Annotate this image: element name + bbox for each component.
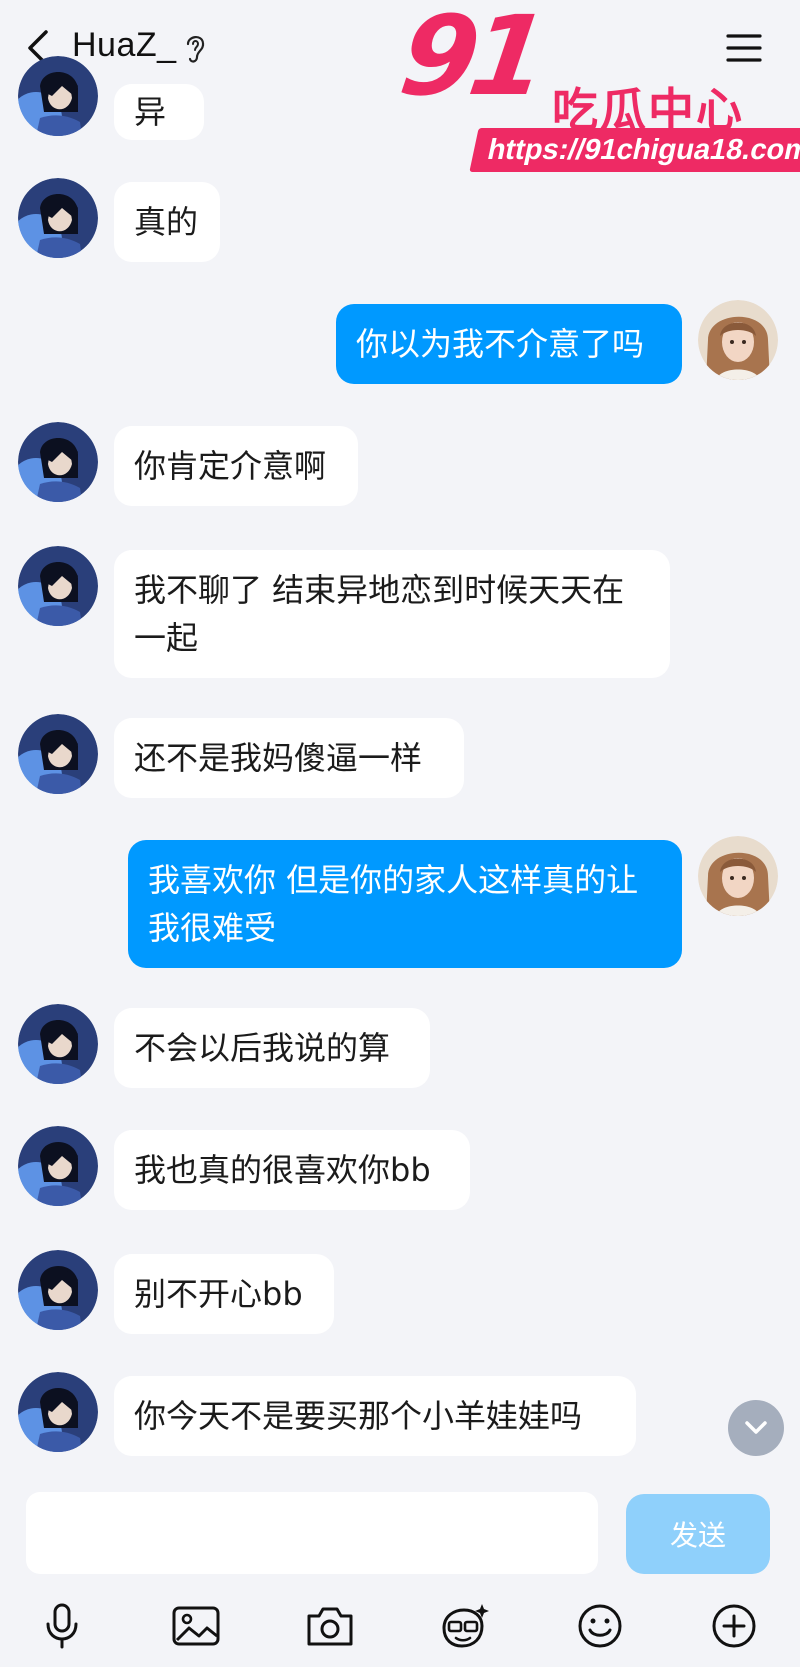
my-avatar[interactable] — [698, 300, 778, 380]
contact-avatar[interactable] — [18, 1126, 98, 1206]
contact-avatar[interactable] — [18, 178, 98, 258]
message-bubble[interactable]: 我喜欢你 但是你的家人这样真的让我很难受 — [128, 840, 682, 968]
chevron-down-icon[interactable] — [741, 1413, 771, 1443]
message-bubble[interactable]: 还不是我妈傻逼一样 — [114, 718, 464, 798]
watermark-logo: 91 吃瓜中心 https://91chigua18.com — [393, 0, 800, 172]
message-list[interactable]: 异 真的 你以为我不介意了吗 你肯定介意啊 我不聊了 结束异地恋到时候天天在一起… — [0, 0, 800, 1478]
scroll-to-bottom-button[interactable] — [728, 1400, 784, 1456]
message-bubble[interactable]: 你肯定介意啊 — [114, 426, 358, 506]
image-button[interactable] — [166, 1596, 226, 1656]
contact-avatar[interactable] — [18, 422, 98, 502]
sticker-button[interactable] — [434, 1596, 494, 1656]
message-bubble[interactable]: 你以为我不介意了吗 — [336, 304, 682, 384]
message-bubble[interactable]: 异 — [114, 84, 204, 140]
contact-avatar[interactable] — [18, 714, 98, 794]
microphone-icon[interactable] — [42, 1602, 82, 1650]
send-button[interactable]: 发送 — [626, 1494, 770, 1574]
contact-avatar[interactable] — [18, 56, 98, 136]
camera-icon[interactable] — [305, 1604, 355, 1648]
message-bubble[interactable]: 不会以后我说的算 — [114, 1008, 430, 1088]
message-input[interactable] — [26, 1492, 598, 1574]
sticker-icon[interactable] — [438, 1602, 490, 1650]
contact-avatar[interactable] — [18, 1372, 98, 1452]
more-button[interactable] — [704, 1596, 764, 1656]
message-bubble[interactable]: 真的 — [114, 182, 220, 262]
my-avatar[interactable] — [698, 836, 778, 916]
watermark-number: 91 — [393, 0, 549, 120]
image-icon[interactable] — [171, 1604, 221, 1648]
message-bubble[interactable]: 我不聊了 结束异地恋到时候天天在一起 — [114, 550, 670, 678]
message-bubble[interactable]: 别不开心bb — [114, 1254, 334, 1334]
plus-icon[interactable] — [710, 1602, 758, 1650]
message-bubble[interactable]: 你今天不是要买那个小羊娃娃吗 — [114, 1376, 636, 1456]
watermark-url: https://91chigua18.com — [469, 128, 800, 172]
contact-avatar[interactable] — [18, 1250, 98, 1330]
input-bar: 发送 — [0, 1478, 800, 1667]
input-toolbar — [0, 1596, 800, 1666]
voice-button[interactable] — [32, 1596, 92, 1656]
contact-avatar[interactable] — [18, 1004, 98, 1084]
camera-button[interactable] — [300, 1596, 360, 1656]
emoji-button[interactable] — [570, 1596, 630, 1656]
emoji-icon[interactable] — [576, 1602, 624, 1650]
contact-avatar[interactable] — [18, 546, 98, 626]
message-bubble[interactable]: 我也真的很喜欢你bb — [114, 1130, 470, 1210]
